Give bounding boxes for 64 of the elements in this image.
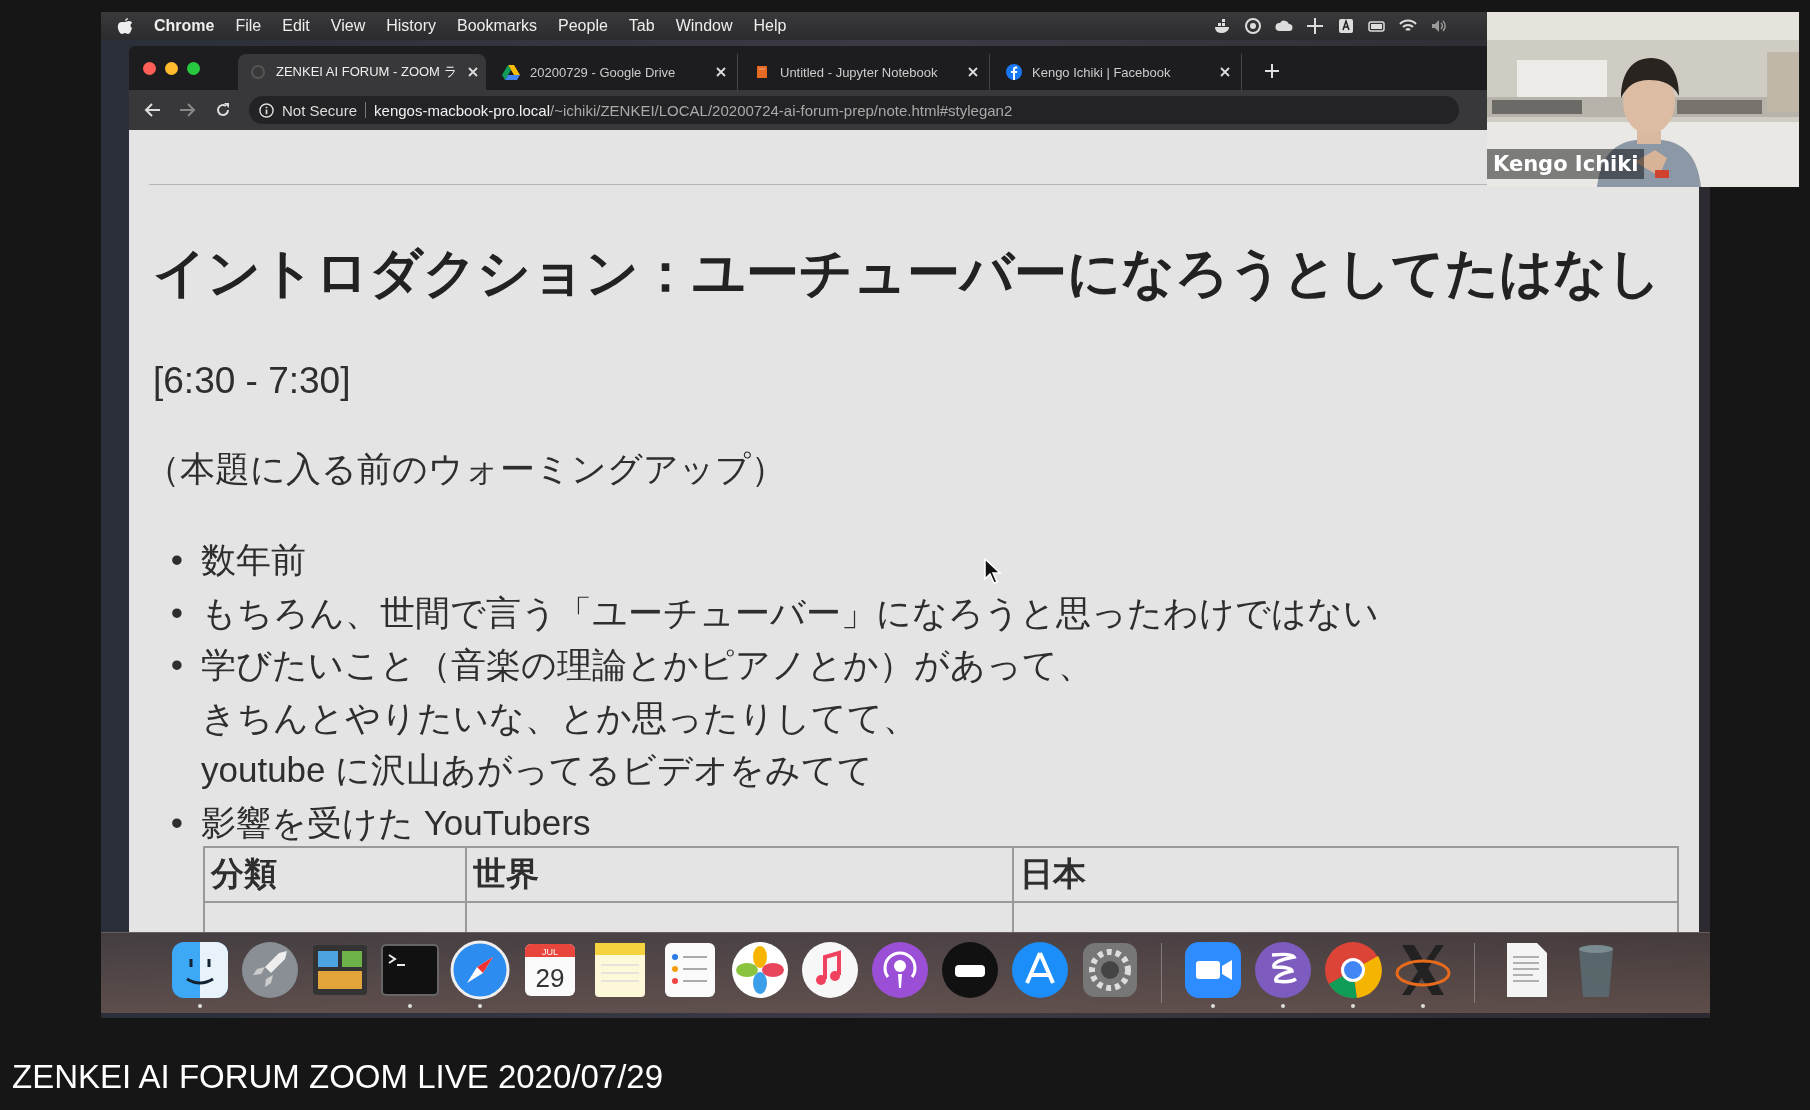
time-range: [6:30 - 7:30] — [153, 359, 352, 403]
note-text: （本題に入る前のウォーミングアップ） — [145, 448, 787, 490]
menu-item[interactable]: File — [235, 17, 262, 35]
close-icon[interactable] — [466, 66, 479, 78]
menu-item[interactable]: Help — [753, 17, 787, 35]
close-icon[interactable] — [1219, 66, 1231, 78]
menu-item[interactable]: Bookmarks — [457, 17, 537, 35]
flower-icon[interactable] — [729, 939, 791, 1001]
target-icon[interactable] — [1244, 17, 1262, 35]
compass-icon[interactable] — [449, 939, 511, 1001]
loading-icon — [250, 64, 266, 80]
menu-item[interactable]: Edit — [282, 17, 310, 35]
book-icon — [754, 64, 770, 80]
round-logo-icon — [1006, 64, 1022, 80]
url-text: kengos-macbook-pro.local/~ichiki/ZENKEI/LOCAL/20200724-ai-forum-prep/note.html#stylegan2 — [374, 101, 1013, 119]
apple-icon[interactable] — [117, 17, 133, 35]
music-note-icon[interactable] — [799, 939, 861, 1001]
smiley-face-icon[interactable] — [169, 939, 231, 1001]
participant-name: Kengo Ichiki — [1487, 149, 1645, 179]
video-title: ZENKEI AI FORUM ZOOM LIVE 2020/07/29 — [12, 1058, 664, 1096]
rocket-icon[interactable] — [239, 939, 301, 1001]
new-tab-icon[interactable] — [1264, 63, 1280, 79]
address-field[interactable]: Not Secure kengos-macbook-pro.local/~ichiki/ZENKEI/LOCAL/20200724-ai-forum-prep/note.html#stylegan2 — [249, 96, 1459, 124]
tv-icon[interactable] — [939, 939, 1001, 1001]
video-camera-icon[interactable] — [1182, 939, 1244, 1001]
column-header: 世界 — [466, 847, 1013, 902]
bullet-mark: • — [169, 801, 185, 844]
bullet-text: もちろん、世間で言う「ユーチューバー」になろうと思ったわけではない — [201, 591, 1379, 634]
bullet-text: 学びたいこと（音楽の理論とかピアノとか）があって、 きちんとやりたいな、とか思ったりしてて、 youtube に沢山あがってるビデオをみてて — [201, 644, 1093, 791]
column-header: 分類 — [204, 847, 466, 902]
podcast-icon[interactable] — [869, 939, 931, 1001]
close-window-icon[interactable] — [143, 61, 156, 75]
keyboard-input-icon[interactable] — [1337, 17, 1355, 35]
section-heading: イントロダクション：ユーチューバーになろうとしてたはなし — [153, 242, 1662, 304]
zoom-window-icon[interactable] — [187, 61, 200, 75]
bullet-text: 数年前 — [201, 539, 306, 581]
emacs-icon[interactable] — [1252, 939, 1314, 1001]
volume-icon[interactable] — [1430, 17, 1448, 35]
move-icon[interactable] — [1306, 17, 1324, 35]
minimize-window-icon[interactable] — [165, 61, 178, 75]
bullet-text: 影響を受けた YouTubers — [201, 801, 591, 844]
back-icon[interactable] — [143, 102, 161, 118]
browser-tab[interactable]: ZENKEI AI FORUM - ZOOM ラ — [238, 54, 486, 90]
close-icon[interactable] — [967, 66, 979, 78]
menu-item[interactable]: View — [330, 17, 366, 35]
bullet-mark: • — [169, 539, 185, 581]
info-icon[interactable] — [259, 102, 274, 118]
menu-item[interactable]: History — [386, 17, 436, 35]
menu-item[interactable]: People — [558, 17, 608, 35]
bullet-mark: • — [169, 644, 185, 686]
column-header: 日本 — [1013, 847, 1678, 902]
whale-icon[interactable] — [1213, 17, 1231, 35]
app-store-icon[interactable] — [1009, 939, 1071, 1001]
close-icon[interactable] — [715, 66, 727, 78]
reload-icon[interactable] — [215, 102, 231, 118]
menu-item[interactable]: Chrome — [154, 17, 215, 35]
security-label: Not Secure — [282, 101, 358, 119]
browser-logo-icon[interactable] — [1322, 939, 1384, 1001]
mouse-pointer-icon — [984, 558, 1002, 584]
forward-icon[interactable] — [179, 102, 197, 118]
menu-item[interactable]: Window — [675, 17, 733, 35]
bullet-mark: • — [169, 591, 185, 634]
menu-item[interactable]: Tab — [628, 17, 655, 35]
triangle-logo-icon — [502, 64, 520, 80]
